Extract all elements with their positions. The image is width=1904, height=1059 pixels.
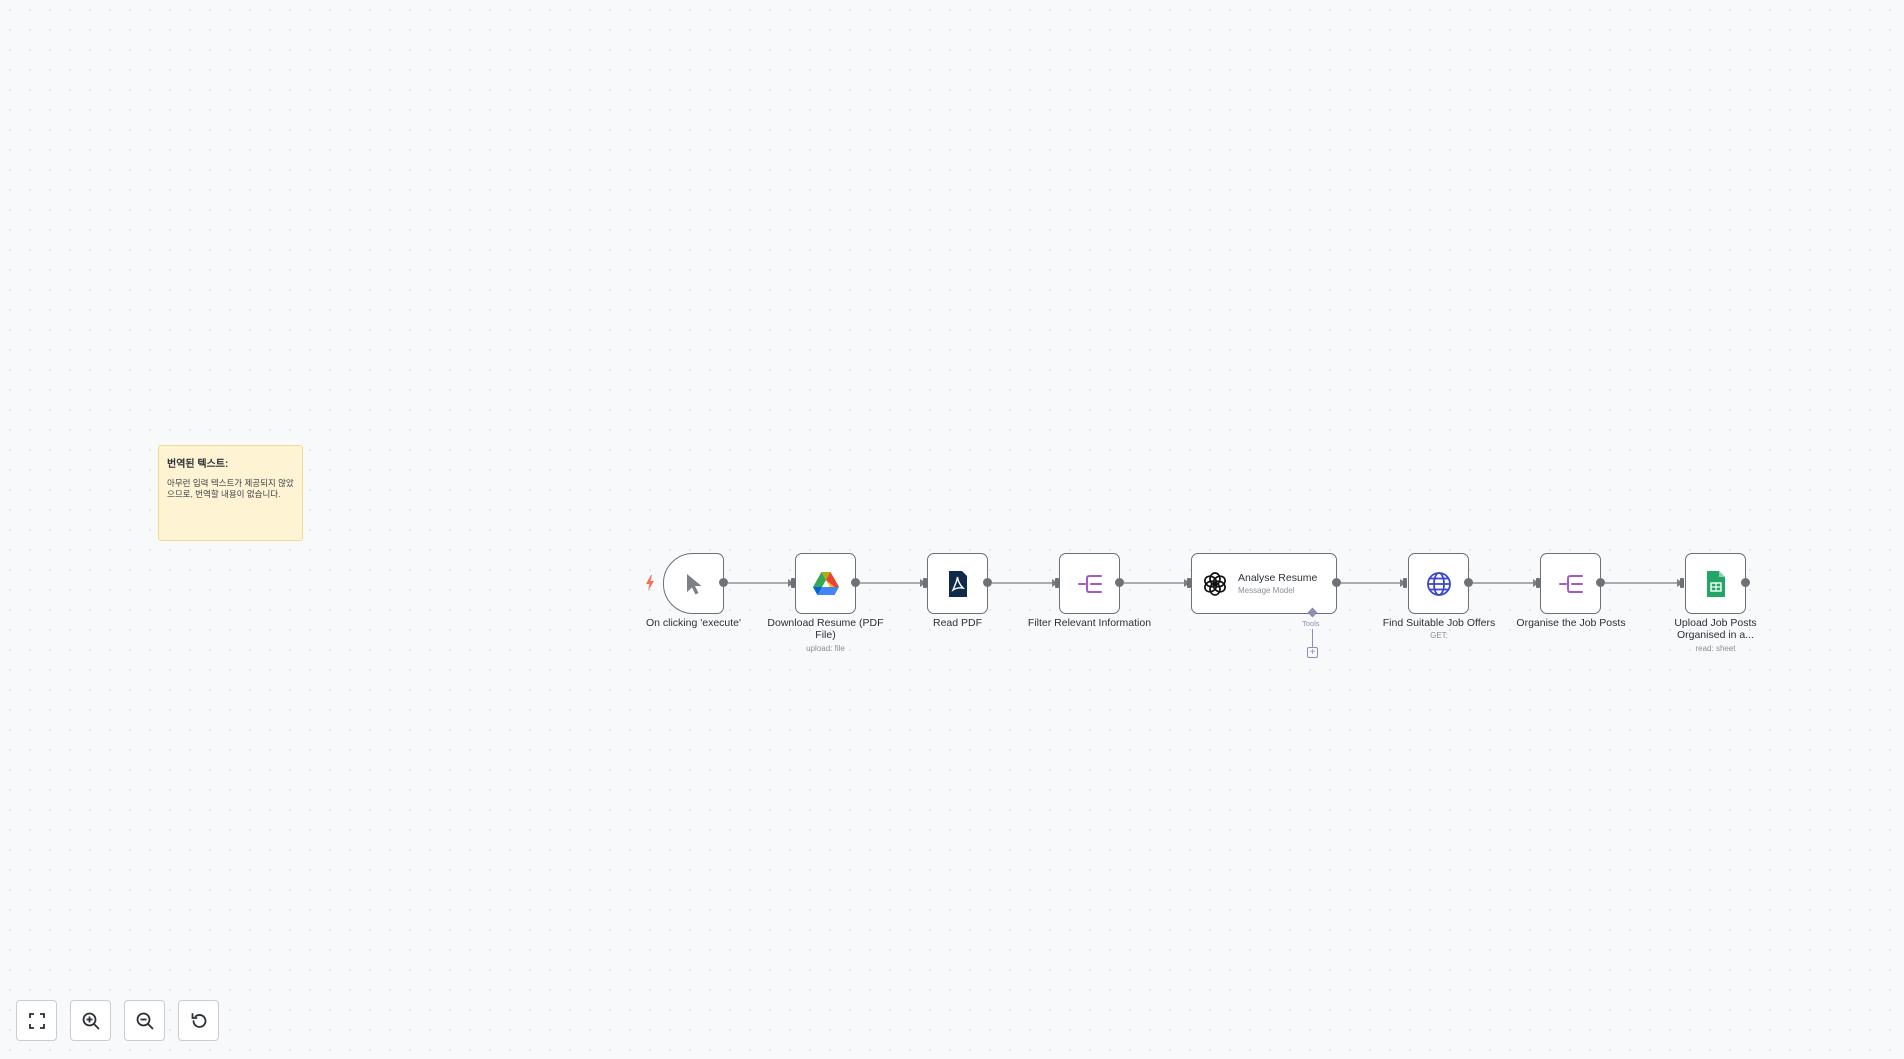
- output-handle[interactable]: [1741, 578, 1750, 587]
- cursor-pointer-icon: [686, 573, 701, 594]
- node-label: Organise the Job Posts: [1516, 617, 1626, 629]
- node-google-sheets[interactable]: [1685, 553, 1746, 614]
- node-label: Analyse Resume: [1238, 572, 1318, 584]
- node-label: Filter Relevant Information: [1027, 617, 1152, 629]
- zoom-in-icon: [82, 1012, 100, 1030]
- node-subtitle: Message Model: [1238, 586, 1295, 595]
- tools-label: Tools: [1302, 619, 1320, 628]
- workflow-canvas[interactable]: 번역된 텍스트: 아무런 입력 텍스트가 제공되지 않았으므로, 번역할 내용이…: [0, 0, 1904, 1059]
- reset-zoom-icon: [191, 1012, 206, 1028]
- input-handle[interactable]: [1680, 578, 1684, 588]
- zoom-out-button[interactable]: [124, 1000, 165, 1041]
- node-label: On clicking 'execute': [645, 617, 742, 629]
- zoom-out-icon: [136, 1012, 154, 1030]
- node-google-drive[interactable]: [795, 553, 856, 614]
- set-fields-icon: [1558, 574, 1583, 593]
- pdf-icon: [948, 570, 967, 597]
- openai-icon: [1204, 571, 1226, 596]
- node-label: Read PDF: [932, 617, 983, 629]
- node-http-find-job-offers[interactable]: [1408, 553, 1469, 614]
- node-read-pdf[interactable]: [927, 553, 988, 614]
- reset-zoom-button[interactable]: [178, 1000, 219, 1041]
- fit-view-button[interactable]: [16, 1000, 57, 1041]
- node-organise-job-posts[interactable]: [1540, 553, 1601, 614]
- node-subtitle: upload: file: [806, 644, 845, 653]
- input-handle[interactable]: [1403, 578, 1407, 588]
- sticky-note-body: 아무런 입력 텍스트가 제공되지 않았으므로, 번역할 내용이 없습니다.: [167, 478, 294, 499]
- sticky-note[interactable]: 번역된 텍스트: 아무런 입력 텍스트가 제공되지 않았으므로, 번역할 내용이…: [158, 445, 303, 541]
- node-label: Upload Job Posts Organised in a...: [1674, 617, 1757, 641]
- output-handle[interactable]: [1596, 578, 1605, 587]
- output-handle[interactable]: [851, 578, 860, 587]
- node-filter-relevant-information[interactable]: [1059, 553, 1120, 614]
- fit-view-icon: [28, 1012, 45, 1029]
- node-manual-trigger[interactable]: [663, 553, 724, 614]
- add-tool-button[interactable]: +: [1307, 647, 1318, 658]
- node-label: Download Resume (PDF File): [767, 617, 884, 641]
- set-fields-icon: [1077, 574, 1102, 593]
- node-openai-analyse-resume[interactable]: Analyse Resume Message Model: [1191, 553, 1337, 614]
- output-handle[interactable]: [1464, 578, 1473, 587]
- node-subtitle: read: sheet: [1695, 644, 1736, 653]
- output-handle[interactable]: [719, 578, 728, 587]
- google-drive-icon: [812, 572, 839, 595]
- zoom-in-button[interactable]: [70, 1000, 111, 1041]
- output-handle[interactable]: [983, 578, 992, 587]
- globe-icon: [1426, 571, 1451, 596]
- output-handle[interactable]: [1332, 578, 1341, 587]
- node-label: Find Suitable Job Offers: [1382, 617, 1496, 629]
- trigger-bolt-icon: [646, 575, 654, 591]
- node-subtitle: GET:: [1430, 631, 1448, 640]
- google-sheets-icon: [1706, 570, 1725, 597]
- sticky-note-title: 번역된 텍스트:: [167, 459, 229, 470]
- output-handle[interactable]: [1115, 578, 1124, 587]
